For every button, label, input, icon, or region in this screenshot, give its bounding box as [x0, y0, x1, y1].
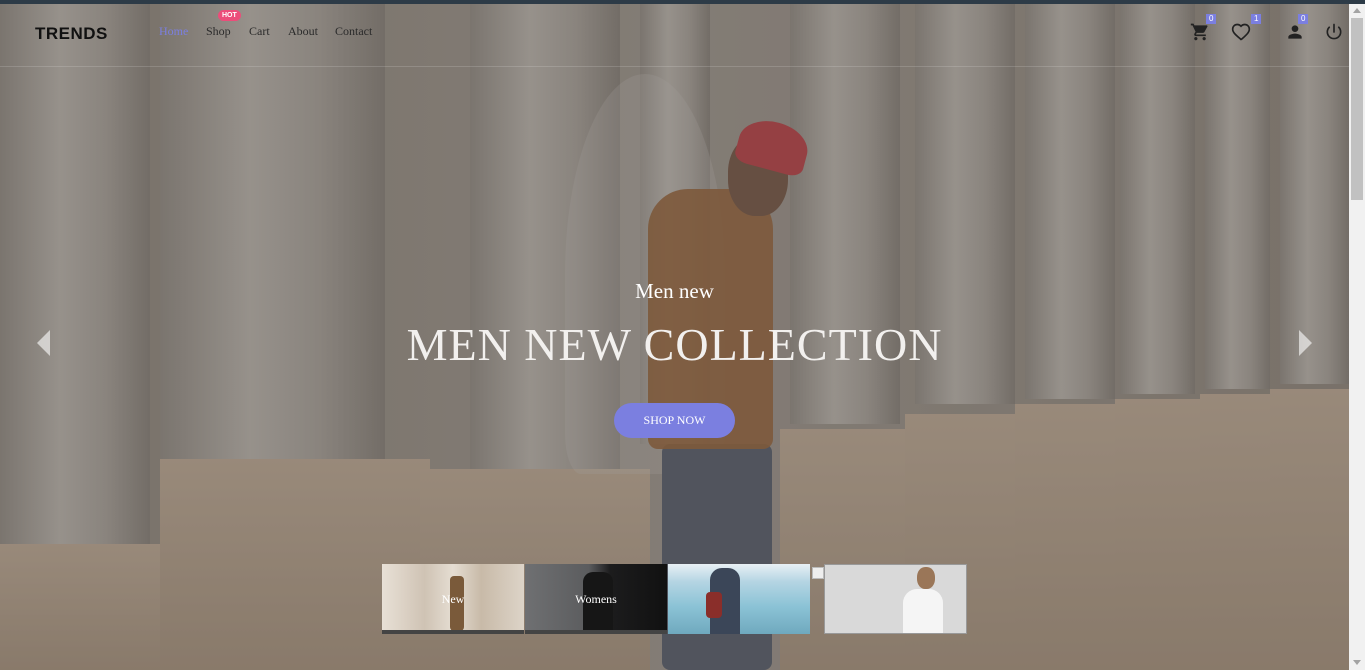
cart-count: 0 [1206, 14, 1217, 24]
thumbnail-womens[interactable]: Womens [525, 564, 667, 634]
shop-now-button[interactable]: SHOP NOW [614, 403, 735, 438]
thumbnail-label: New [441, 592, 465, 606]
user-icon[interactable] [1285, 22, 1305, 42]
account-count: 0 [1298, 14, 1309, 24]
thumbnail-label: Womens [575, 592, 617, 606]
nav-shop[interactable]: Shop [206, 24, 231, 39]
wishlist-count: 1 [1251, 14, 1262, 24]
navbar: TRENDS [0, 4, 1349, 67]
nav-home[interactable]: Home [159, 24, 188, 39]
power-icon[interactable] [1324, 22, 1344, 42]
hero-subtitle: Men new [635, 279, 714, 303]
thumbnail-new[interactable]: New [382, 564, 524, 634]
heart-icon[interactable] [1231, 22, 1251, 42]
thumbnail-beach[interactable] [668, 564, 810, 634]
hero-title: MEN NEW COLLECTION [406, 319, 943, 370]
slider-prev-arrow-icon[interactable] [37, 330, 50, 356]
nav-cart[interactable]: Cart [249, 24, 270, 39]
nav-about[interactable]: About [288, 24, 318, 39]
scroll-up-icon[interactable] [1353, 8, 1361, 13]
scrollbar-thumb[interactable] [1351, 18, 1363, 200]
logo[interactable]: TRENDS [35, 24, 108, 44]
thumbnail-shirt[interactable] [824, 564, 967, 634]
nav-contact[interactable]: Contact [335, 24, 372, 39]
slider-next-arrow-icon[interactable] [1299, 330, 1312, 356]
broken-image-icon [812, 567, 824, 579]
hot-badge: HOT [218, 10, 241, 21]
cart-icon[interactable] [1190, 22, 1210, 42]
scroll-down-icon[interactable] [1353, 660, 1361, 665]
